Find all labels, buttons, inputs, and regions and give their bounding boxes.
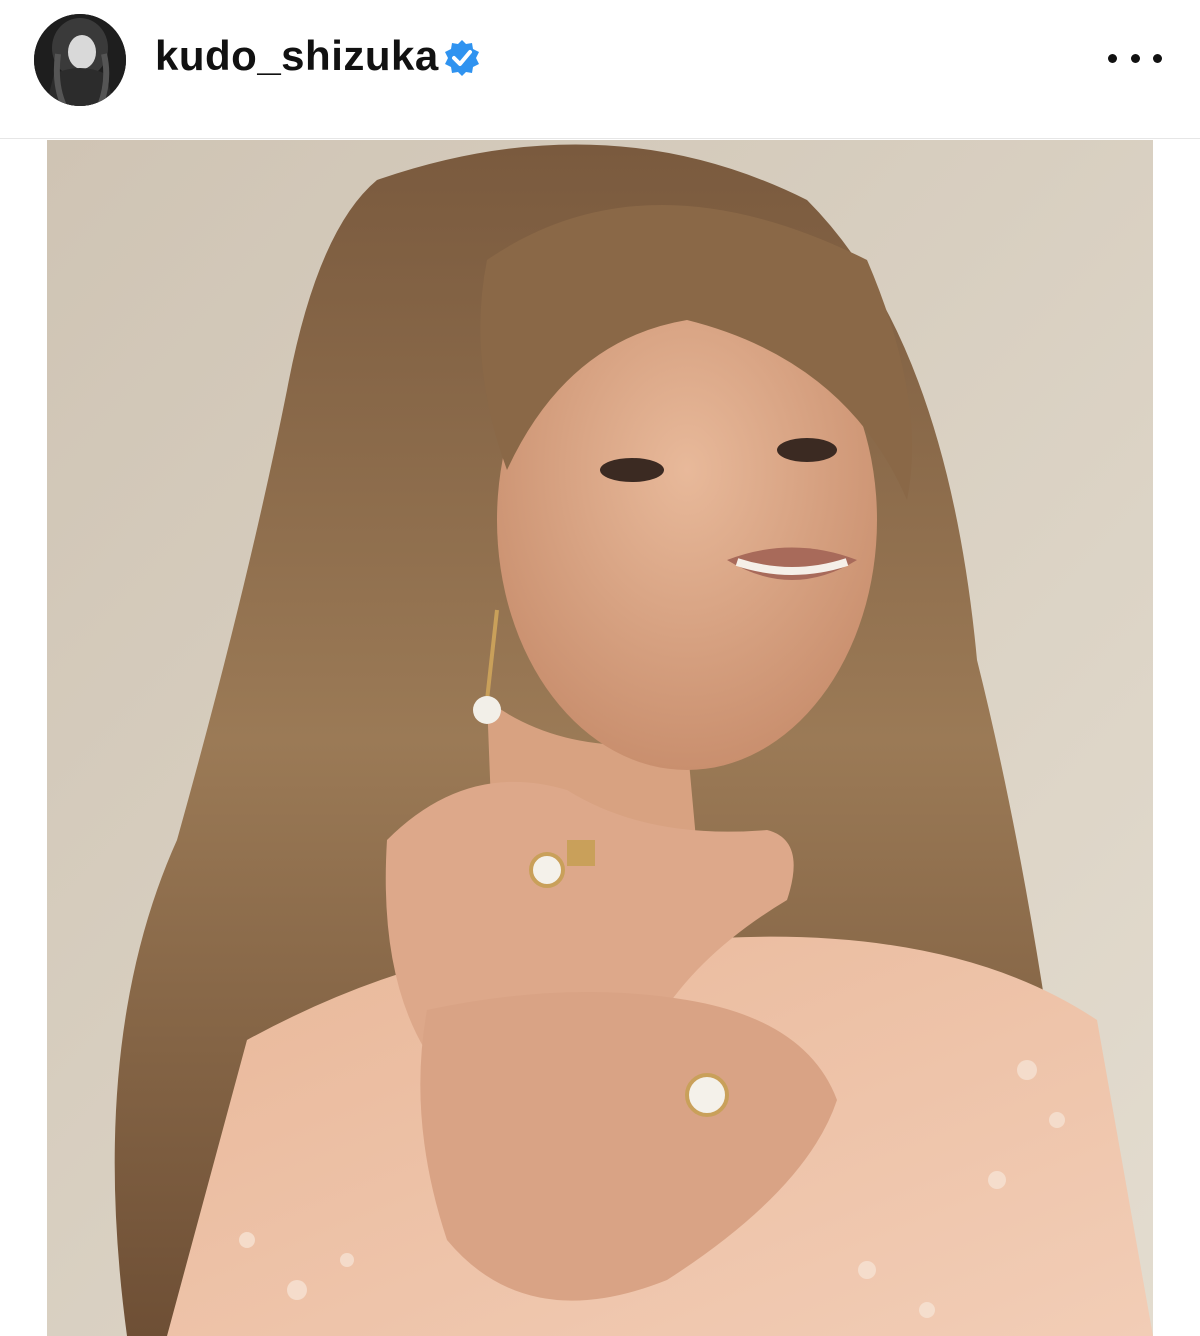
dot: [1153, 53, 1162, 63]
dot: [1108, 53, 1117, 63]
dot: [1130, 53, 1140, 63]
verified-badge-icon: [445, 40, 479, 76]
post-photo[interactable]: [47, 140, 1153, 1336]
avatar-image: [34, 14, 126, 106]
more-options-icon[interactable]: [1108, 38, 1162, 78]
username-link[interactable]: kudo_shizuka: [155, 32, 439, 80]
post-header: kudo_shizuka: [0, 0, 1200, 139]
portrait-photo-image: [47, 140, 1153, 1336]
profile-avatar[interactable]: [34, 14, 126, 106]
